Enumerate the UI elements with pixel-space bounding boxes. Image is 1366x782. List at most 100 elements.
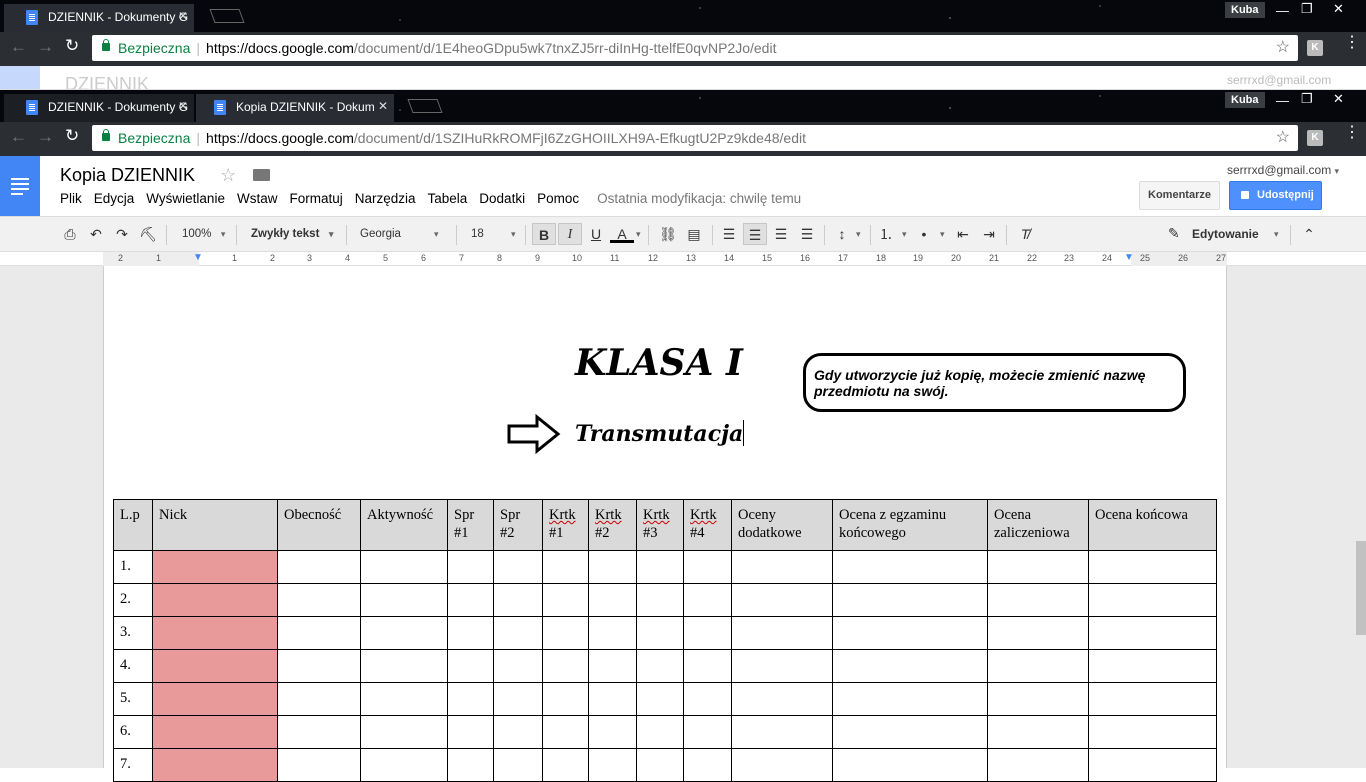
font-select[interactable]: Georgia (360, 217, 401, 251)
numbered-list-icon[interactable]: ⒈ (874, 223, 898, 245)
grade-cell[interactable] (277, 682, 361, 716)
align-right-icon[interactable]: ☰ (769, 223, 793, 245)
grade-cell[interactable] (683, 583, 732, 617)
grade-cell[interactable] (277, 616, 361, 650)
menu-wyswietlanie[interactable]: Wyświetlanie (146, 191, 225, 206)
grade-cell[interactable] (987, 748, 1089, 782)
collapse-icon[interactable]: ⌃ (1297, 223, 1321, 245)
docs-home-icon[interactable] (0, 156, 40, 216)
nick-cell[interactable] (152, 583, 278, 617)
grade-cell[interactable] (636, 715, 684, 749)
table-header-cell[interactable]: Spr #1 (447, 499, 494, 551)
grade-table[interactable]: L.p Nick Obecność Aktywność Spr #1 Spr #2 Krtk #1… (113, 499, 1217, 782)
grade-cell[interactable] (542, 550, 589, 584)
table-header-cell[interactable]: Nick (152, 499, 278, 551)
grade-cell[interactable] (588, 649, 637, 683)
url-field[interactable]: Bezpieczna | https://docs.google.com/docum… (92, 125, 1298, 151)
grade-cell[interactable] (360, 616, 448, 650)
subject-text[interactable]: Transmutacja (575, 420, 745, 447)
grade-cell[interactable] (277, 715, 361, 749)
grade-cell[interactable] (636, 616, 684, 650)
grade-cell[interactable] (277, 583, 361, 617)
share-button[interactable]: Udostępnij (1229, 181, 1322, 210)
grade-cell[interactable] (1088, 583, 1217, 617)
grade-cell[interactable] (1088, 715, 1217, 749)
grade-cell[interactable] (683, 649, 732, 683)
comment-icon[interactable]: ▤ (682, 223, 706, 245)
menu-narzedzia[interactable]: Narzędzia (355, 191, 416, 206)
profile-badge[interactable]: Kuba (1225, 92, 1265, 108)
row-number-cell[interactable]: 6. (113, 715, 153, 749)
grade-cell[interactable] (636, 583, 684, 617)
grade-cell[interactable] (731, 715, 833, 749)
profile-badge[interactable]: Kuba (1225, 2, 1265, 18)
grade-cell[interactable] (987, 583, 1089, 617)
grade-cell[interactable] (832, 715, 988, 749)
bookmark-star-icon[interactable]: ☆ (1276, 37, 1290, 57)
grade-cell[interactable] (683, 550, 732, 584)
nick-cell[interactable] (152, 550, 278, 584)
grade-cell[interactable] (360, 715, 448, 749)
grade-cell[interactable] (493, 583, 543, 617)
grade-cell[interactable] (447, 715, 494, 749)
editing-mode-select[interactable]: Edytowanie (1192, 217, 1259, 251)
grade-cell[interactable] (731, 682, 833, 716)
grade-cell[interactable] (1088, 682, 1217, 716)
nick-cell[interactable] (152, 748, 278, 782)
text-color-button[interactable]: A (610, 223, 634, 243)
document-title[interactable]: Kopia DZIENNIK ☆ (60, 165, 271, 186)
grade-cell[interactable] (832, 682, 988, 716)
table-header-cell[interactable]: Oceny dodatkowe (731, 499, 833, 551)
nick-cell[interactable] (152, 682, 278, 716)
bookmark-star-icon[interactable]: ☆ (1276, 127, 1290, 147)
comments-button[interactable]: Komentarze (1139, 181, 1220, 210)
menu-formatuj[interactable]: Formatuj (289, 191, 342, 206)
window2-tab-dziennik[interactable]: DZIENNIK - Dokumenty G ✕ (4, 94, 194, 122)
grade-cell[interactable] (542, 748, 589, 782)
nick-cell[interactable] (152, 616, 278, 650)
menu-tabela[interactable]: Tabela (428, 191, 468, 206)
url-field[interactable]: Bezpieczna | https://docs.google.com/docum… (92, 35, 1298, 61)
grade-cell[interactable] (447, 583, 494, 617)
restore-icon[interactable]: ❐ (1301, 1, 1313, 17)
restore-icon[interactable]: ❐ (1301, 91, 1313, 107)
minimize-icon[interactable]: — (1276, 93, 1289, 108)
grade-cell[interactable] (360, 748, 448, 782)
clear-formatting-icon[interactable]: T̸ (1013, 223, 1037, 245)
grade-cell[interactable] (832, 616, 988, 650)
row-number-cell[interactable]: 2. (113, 583, 153, 617)
row-number-cell[interactable]: 7. (113, 748, 153, 782)
grade-cell[interactable] (832, 550, 988, 584)
extension-icon[interactable]: K (1307, 130, 1323, 146)
grade-cell[interactable] (987, 682, 1089, 716)
grade-cell[interactable] (832, 583, 988, 617)
grade-cell[interactable] (588, 550, 637, 584)
note-callout[interactable]: Gdy utworzycie już kopię, możecie zmieni… (803, 353, 1186, 412)
bold-button[interactable]: B (532, 223, 556, 245)
grade-cell[interactable] (277, 649, 361, 683)
grade-cell[interactable] (542, 715, 589, 749)
left-indent-marker[interactable]: ▼ (193, 252, 203, 263)
grade-cell[interactable] (588, 715, 637, 749)
folder-icon[interactable] (253, 169, 271, 181)
menu-edycja[interactable]: Edycja (94, 191, 135, 206)
grade-cell[interactable] (1088, 649, 1217, 683)
table-header-cell[interactable]: Spr #2 (493, 499, 543, 551)
table-header-cell[interactable]: L.p (113, 499, 153, 551)
grade-cell[interactable] (731, 550, 833, 584)
new-tab-button[interactable] (209, 9, 245, 23)
increase-indent-icon[interactable]: ⇥ (977, 223, 1001, 245)
table-header-cell[interactable]: Ocena końcowa (1088, 499, 1217, 551)
line-spacing-icon[interactable]: ↕ (830, 223, 854, 245)
grade-cell[interactable] (542, 616, 589, 650)
grade-cell[interactable] (447, 550, 494, 584)
grade-cell[interactable] (493, 682, 543, 716)
grade-cell[interactable] (731, 649, 833, 683)
star-icon[interactable]: ☆ (220, 165, 236, 185)
vertical-scrollbar[interactable] (1356, 541, 1366, 635)
new-tab-button[interactable] (407, 99, 443, 113)
grade-cell[interactable] (832, 748, 988, 782)
italic-button[interactable]: I (558, 223, 582, 245)
window1-tab-dziennik[interactable]: DZIENNIK - Dokumenty G ✕ (4, 4, 194, 32)
table-header-cell[interactable]: Ocena zaliczeniowa (987, 499, 1089, 551)
